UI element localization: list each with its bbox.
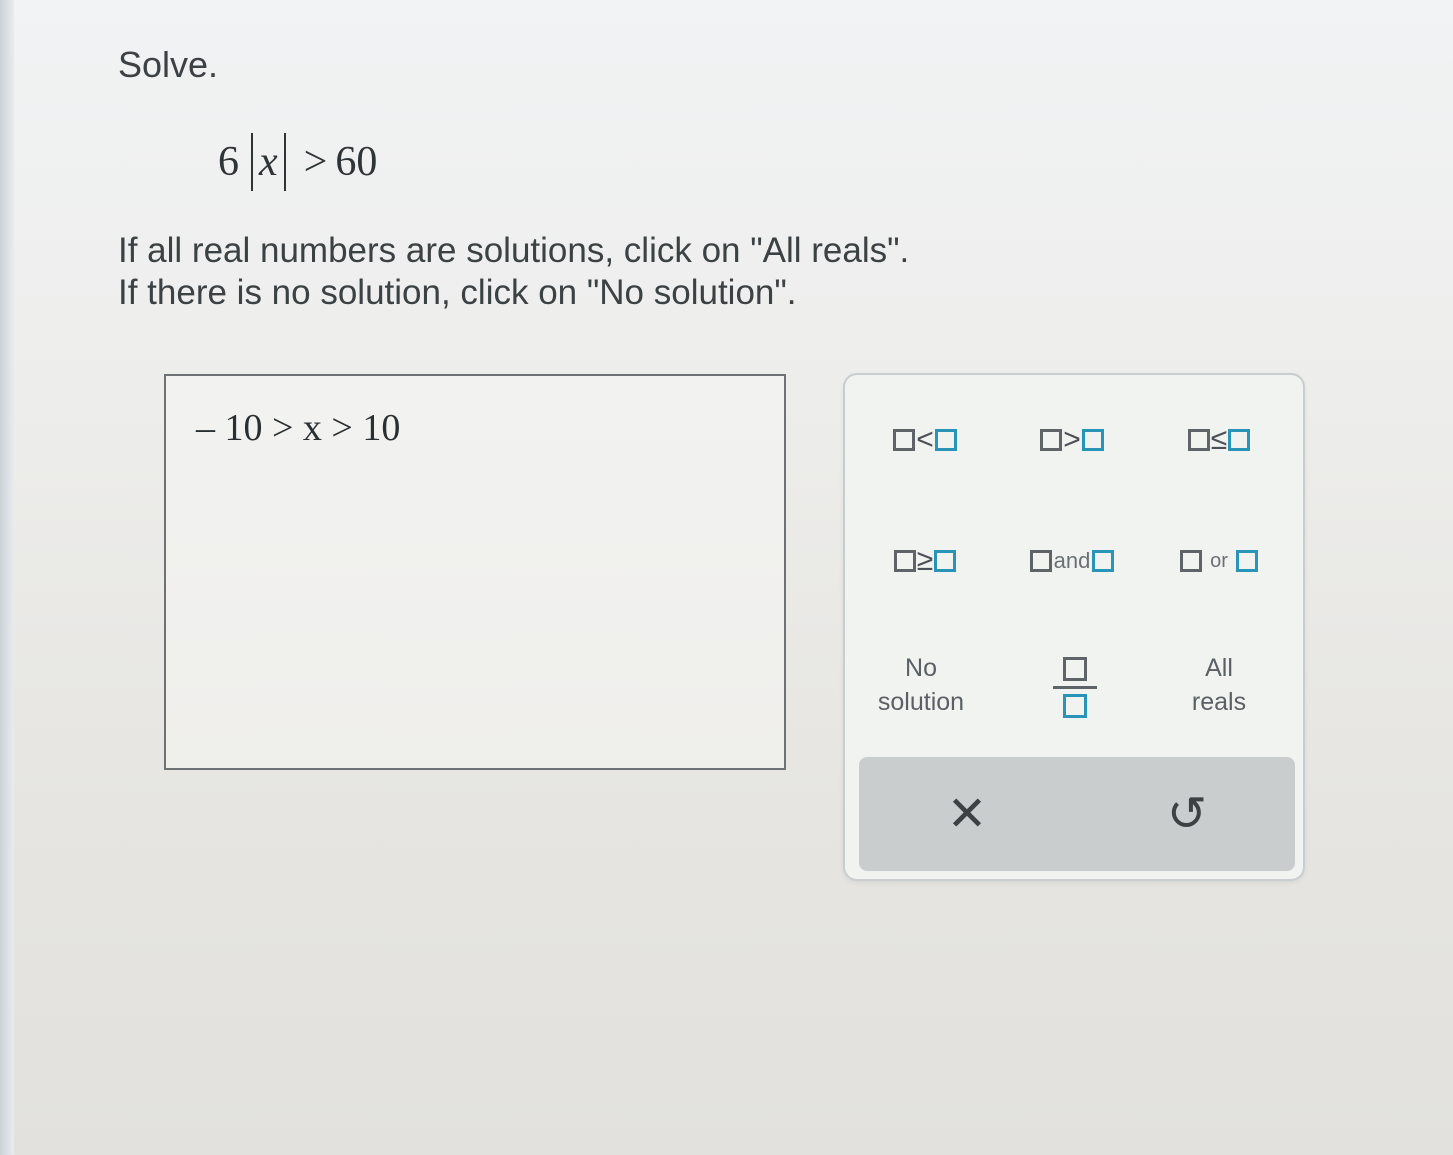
problem-equation: 6 x > 60 [218,130,377,194]
fraction-button[interactable] [1025,647,1125,727]
page-left-edge [0,0,14,1155]
all-reals-label-line1: All [1205,654,1233,682]
or-label: or [1210,549,1228,572]
instructions: If all real numbers are solutions, click… [118,230,909,314]
no-solution-button[interactable]: No solution [861,647,981,723]
or-button[interactable]: or [1159,536,1279,586]
placeholder-box-icon [893,550,916,572]
and-label: and [1053,548,1091,573]
instruction-line-1: If all real numbers are solutions, click… [118,231,910,270]
and-button[interactable]: and [1005,536,1139,586]
less-equal-symbol: ≤ [1210,423,1228,456]
placeholder-box-icon [1081,429,1104,451]
greater-equal-symbol: ≥ [916,544,934,577]
all-reals-button[interactable]: All reals [1159,647,1279,723]
equation-operator: > [303,139,328,185]
placeholder-box-icon [1235,550,1258,572]
placeholder-box-icon [1228,429,1251,451]
problem-prompt: Solve. [118,44,219,85]
placeholder-box-icon [1029,550,1052,572]
clear-button[interactable]: ✕ [887,757,1047,871]
all-reals-label-line2: reals [1191,688,1247,716]
greater-than-button[interactable]: > [1012,415,1132,465]
equation-rhs: 60 [335,139,378,185]
denominator-box-icon [1063,693,1087,718]
greater-equal-button[interactable]: ≥ [865,536,985,586]
numerator-box-icon [1063,656,1087,681]
no-solution-label-line2: solution [877,688,965,716]
less-than-symbol: < [916,423,934,456]
keypad-action-bar: ✕ ↺ [859,757,1295,871]
greater-than-symbol: > [1063,423,1081,456]
placeholder-box-icon [1187,429,1210,451]
placeholder-box-icon [934,429,957,451]
abs-left-bar [251,133,253,191]
placeholder-box-icon [893,429,916,451]
less-equal-button[interactable]: ≤ [1159,415,1279,465]
equation-coefficient: 6 [218,139,239,185]
close-icon: ✕ [946,788,988,841]
placeholder-box-icon [1040,429,1063,451]
fraction-bar-icon [1053,685,1097,689]
placeholder-box-icon [1092,550,1115,572]
undo-button[interactable]: ↺ [1107,757,1267,871]
answer-input-box[interactable]: – 10 > x > 10 [164,374,786,770]
placeholder-box-icon [934,550,957,572]
less-than-button[interactable]: < [865,415,985,465]
undo-icon: ↺ [1166,788,1208,841]
abs-right-bar [283,133,286,191]
equation-variable: x [259,139,278,185]
answer-value: – 10 > x > 10 [196,407,401,449]
no-solution-label-line1: No [905,654,937,682]
instruction-line-2: If there is no solution, click on "No so… [118,273,797,312]
placeholder-box-icon [1180,550,1203,572]
math-keypad: < > ≤ ≥ and or No solution All reals ✕ ↺ [843,373,1305,881]
